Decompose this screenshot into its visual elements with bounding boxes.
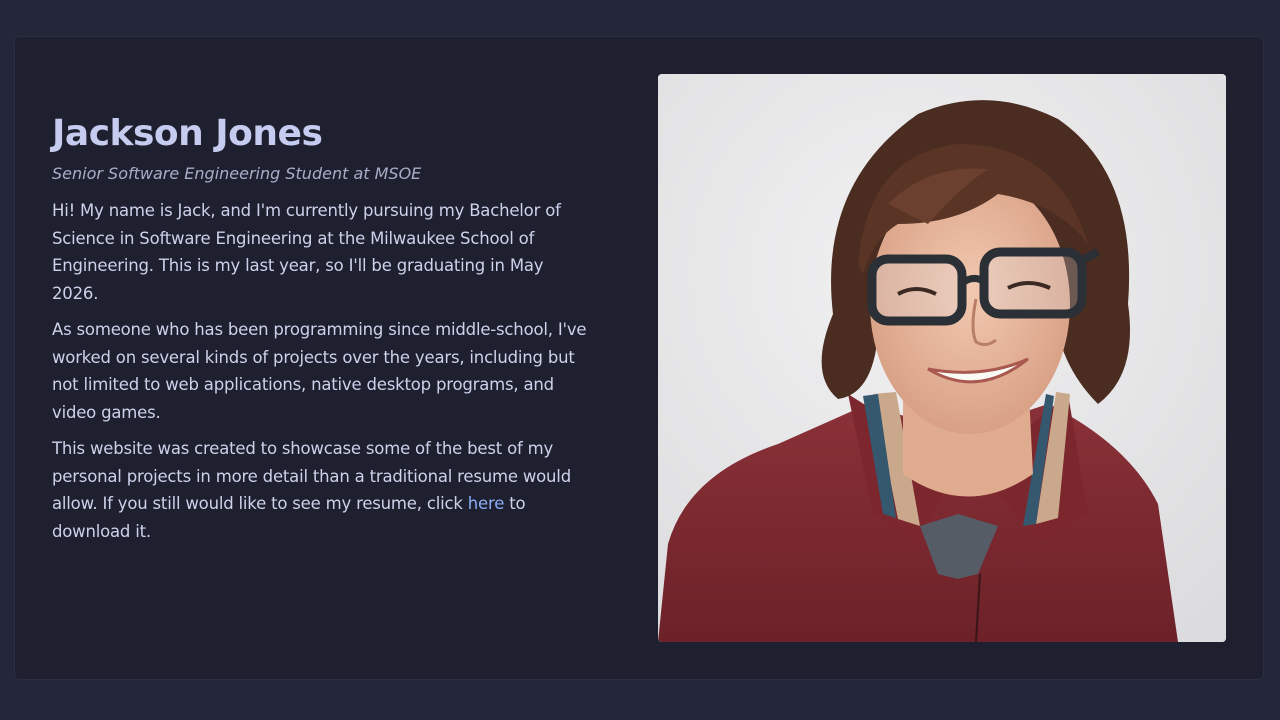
about-card: Jackson Jones Senior Software Engineerin… (14, 36, 1264, 680)
about-text-column: Jackson Jones Senior Software Engineerin… (52, 111, 592, 545)
portrait-photo (658, 74, 1226, 642)
resume-paragraph: This website was created to showcase som… (52, 435, 592, 545)
portrait-illustration (658, 74, 1226, 642)
experience-paragraph: As someone who has been programming sinc… (52, 320, 587, 422)
subtitle: Senior Software Engineering Student at M… (52, 164, 422, 183)
intro-paragraph: Hi! My name is Jack, and I'm currently p… (52, 201, 561, 303)
resume-download-link[interactable]: here (468, 494, 505, 513)
page-title: Jackson Jones (52, 113, 323, 154)
